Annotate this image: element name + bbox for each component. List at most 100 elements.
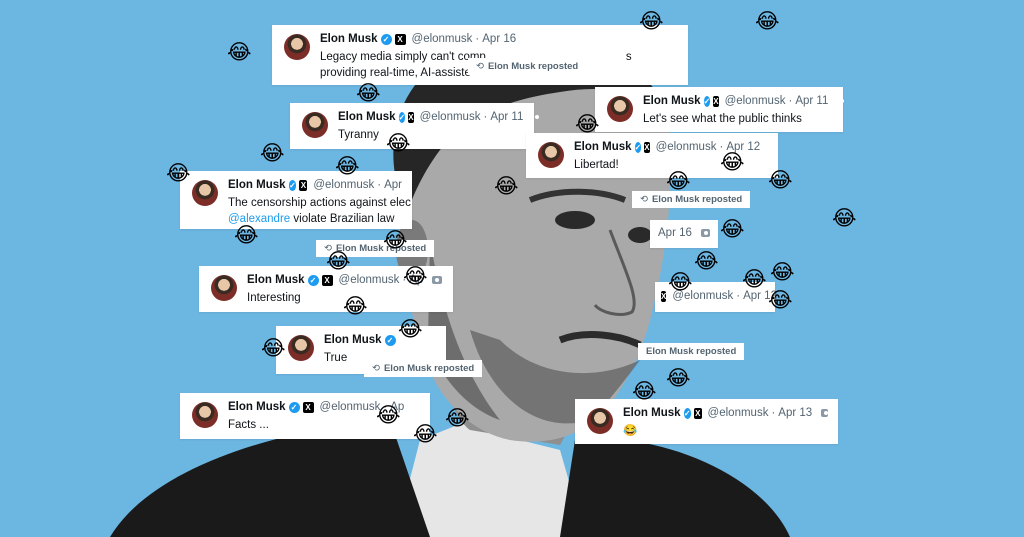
separator: ·	[483, 111, 488, 123]
avatar	[288, 335, 314, 361]
laughing-emoji-icon: 😂	[666, 169, 691, 193]
laughing-emoji-icon: 😂	[227, 40, 252, 64]
laughing-emoji-icon: 😂	[398, 317, 423, 341]
verified-badge-icon: ✓	[307, 274, 319, 286]
laughing-emoji-icon: 😂	[494, 174, 519, 198]
avatar	[284, 34, 310, 60]
laughing-emoji-icon: 😂	[356, 81, 381, 105]
avatar	[607, 96, 633, 122]
tweet-card[interactable]: Apr 16	[650, 220, 718, 248]
separator: ·	[788, 95, 793, 107]
eye	[555, 211, 595, 229]
author-name: Elon Musk	[228, 179, 286, 191]
x-logo-icon: X	[321, 274, 333, 286]
author-handle: @elonmusk	[419, 111, 481, 123]
laughing-emoji-icon: 😂	[755, 9, 780, 33]
tweet-text: 😂	[623, 425, 638, 437]
author-handle: @elonmusk	[338, 274, 400, 286]
x-logo-icon: X	[302, 401, 314, 413]
x-logo-icon: X	[394, 33, 406, 45]
laughing-emoji-icon: 😂	[166, 161, 191, 185]
tweet-card[interactable]: Elon Musk ✓ X @elonmusk · Apr 11 Tyranny	[290, 103, 540, 149]
separator: ·	[377, 179, 382, 191]
tweet-text: Let's see what the public thinks	[643, 113, 802, 125]
tweet-card[interactable]: Elon Musk ✓ X @elonmusk · Apr 13 😂	[575, 399, 838, 444]
avatar	[211, 275, 237, 301]
tweet-card[interactable]: Elon Musk ✓ X @elonmusk · Apr The censor…	[180, 171, 412, 229]
repost-label: ⟲ Elon Musk reposted	[632, 191, 751, 208]
laughing-emoji-icon: 😂	[343, 294, 368, 318]
author-name: Elon Musk	[320, 33, 378, 45]
laughing-emoji-icon: 😂	[720, 217, 745, 241]
x-logo-icon: X	[661, 290, 667, 302]
author-name: Elon Musk	[228, 401, 286, 413]
x-logo-icon: X	[713, 95, 719, 107]
laughing-emoji-icon: 😂	[639, 9, 664, 33]
camera-icon	[432, 276, 443, 284]
verified-badge-icon: ✓	[398, 111, 406, 123]
laughing-emoji-icon: 😂	[768, 288, 793, 312]
laughing-emoji-icon: 😂	[413, 422, 438, 446]
x-logo-icon: X	[299, 179, 308, 191]
verified-badge-icon: ✓	[380, 33, 392, 45]
jacket-right	[560, 438, 790, 537]
x-logo-icon: X	[408, 111, 414, 123]
repost-icon: ⟲	[640, 194, 648, 205]
verified-badge-icon: ✓	[288, 401, 300, 413]
tweet-date: Apr	[384, 179, 402, 191]
verified-badge-icon: ✓	[703, 95, 711, 107]
laughing-emoji-icon: 😂	[445, 406, 470, 430]
laughing-emoji-icon: 😂	[768, 168, 793, 192]
author-handle: @elonmusk	[724, 95, 786, 107]
avatar	[192, 402, 218, 428]
tweet-date: Apr 16	[482, 33, 517, 45]
x-logo-icon: X	[644, 141, 650, 153]
author-handle: @elonmusk	[707, 407, 769, 419]
tweet-date: Apr 13	[778, 407, 813, 419]
repost-icon: ⟲	[372, 363, 380, 374]
verified-badge-icon: ✓	[384, 334, 396, 346]
separator: ·	[475, 33, 480, 45]
author-name: Elon Musk	[574, 141, 632, 153]
verified-badge-icon: ✓	[634, 141, 642, 153]
laughing-emoji-icon: 😂	[260, 141, 285, 165]
laughing-emoji-icon: 😂	[770, 260, 795, 284]
separator: ·	[736, 290, 741, 302]
tweet-date: Apr 11	[795, 95, 829, 107]
laughing-emoji-icon: 😂	[326, 249, 351, 273]
avatar	[587, 408, 613, 434]
laughing-emoji-icon: 😂	[386, 131, 411, 155]
avatar	[302, 112, 328, 138]
verified-badge-icon: ✓	[683, 407, 692, 419]
repost-label: ⟲ Elon Musk reposted	[468, 58, 587, 75]
author-handle: @elonmusk	[313, 179, 375, 191]
repost-label: Elon Musk reposted	[638, 343, 745, 360]
laughing-emoji-icon: 😂	[742, 267, 767, 291]
tweet-text: Tyranny	[338, 129, 379, 141]
laughing-emoji-icon: 😂	[632, 379, 657, 403]
laughing-emoji-icon: 😂	[720, 150, 745, 174]
tweet-date: Apr 16	[658, 227, 692, 239]
laughing-emoji-icon: 😂	[694, 249, 719, 273]
avatar	[538, 142, 564, 168]
avatar	[192, 180, 218, 206]
laughing-emoji-icon: 😂	[335, 154, 360, 178]
author-name: Elon Musk	[643, 95, 701, 107]
author-name: Elon Musk	[338, 111, 396, 123]
laughing-emoji-icon: 😂	[383, 228, 408, 252]
tweet-card[interactable]: Elon Musk ✓ X @elonmusk · Apr 11 Let's s…	[595, 87, 845, 132]
laughing-emoji-icon: 😂	[666, 366, 691, 390]
author-name: Elon Musk	[623, 407, 681, 419]
collage: Elon Musk ✓ X @elonmusk · Apr 16 Legacy …	[0, 0, 1024, 537]
author-name: Elon Musk	[247, 274, 305, 286]
author-handle: @elonmusk	[655, 141, 717, 153]
tweet-text: The censorship actions against elec	[228, 197, 411, 209]
repost-label: ⟲ Elon Musk reposted	[364, 360, 483, 377]
laughing-emoji-icon: 😂	[575, 112, 600, 136]
tweet-date: Apr 11	[490, 111, 524, 123]
laughing-emoji-icon: 😂	[376, 403, 401, 427]
verified-badge-icon: ✓	[288, 179, 297, 191]
x-logo-icon: X	[694, 407, 702, 419]
laughing-emoji-icon: 😂	[668, 270, 693, 294]
tweet-card[interactable]: Elon Musk ✓ X @elonmusk · Apr 16 Legacy …	[272, 25, 688, 85]
